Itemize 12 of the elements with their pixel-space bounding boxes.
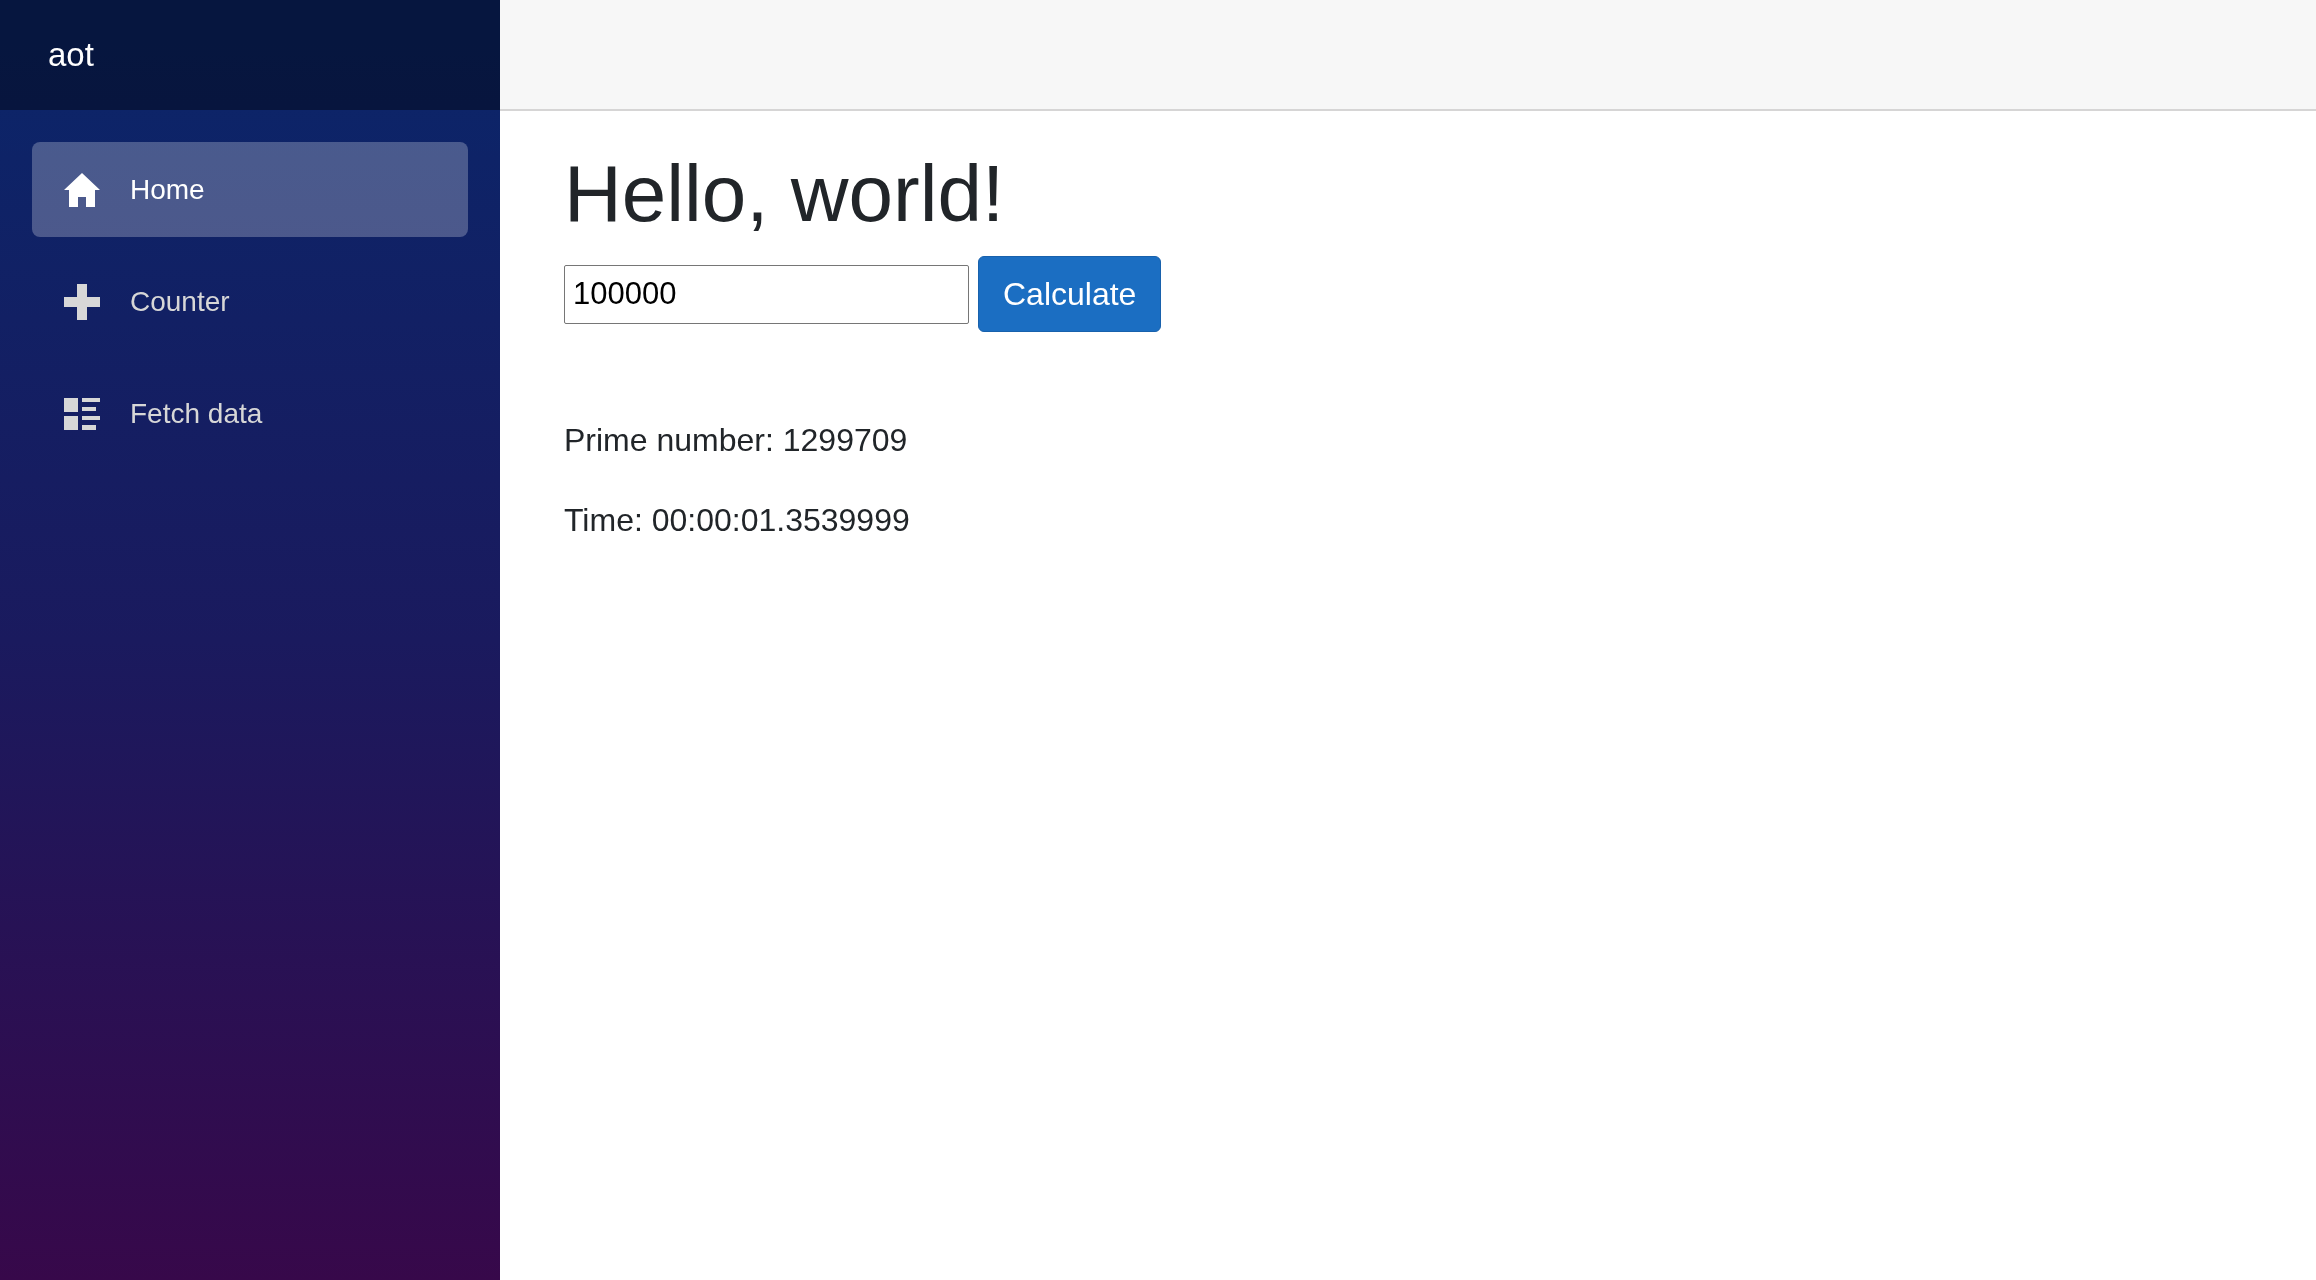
nav-link[interactable]: Counter: [32, 254, 468, 349]
nav-link[interactable]: Home: [32, 142, 468, 237]
result-text: Time: 00:00:01.3539999: [564, 502, 911, 538]
brand-title[interactable]: aot: [48, 36, 94, 74]
plus-icon: [64, 283, 100, 320]
number-input[interactable]: 100000: [564, 264, 969, 324]
list-icon: [64, 397, 100, 430]
nav-link[interactable]: Fetch data: [32, 366, 468, 461]
home-icon: [64, 172, 100, 207]
calculate-button[interactable]: Calculate: [978, 256, 1162, 332]
result-text: Prime number: 1299709: [564, 422, 909, 458]
page-heading: Hello, world!: [564, 148, 1006, 240]
